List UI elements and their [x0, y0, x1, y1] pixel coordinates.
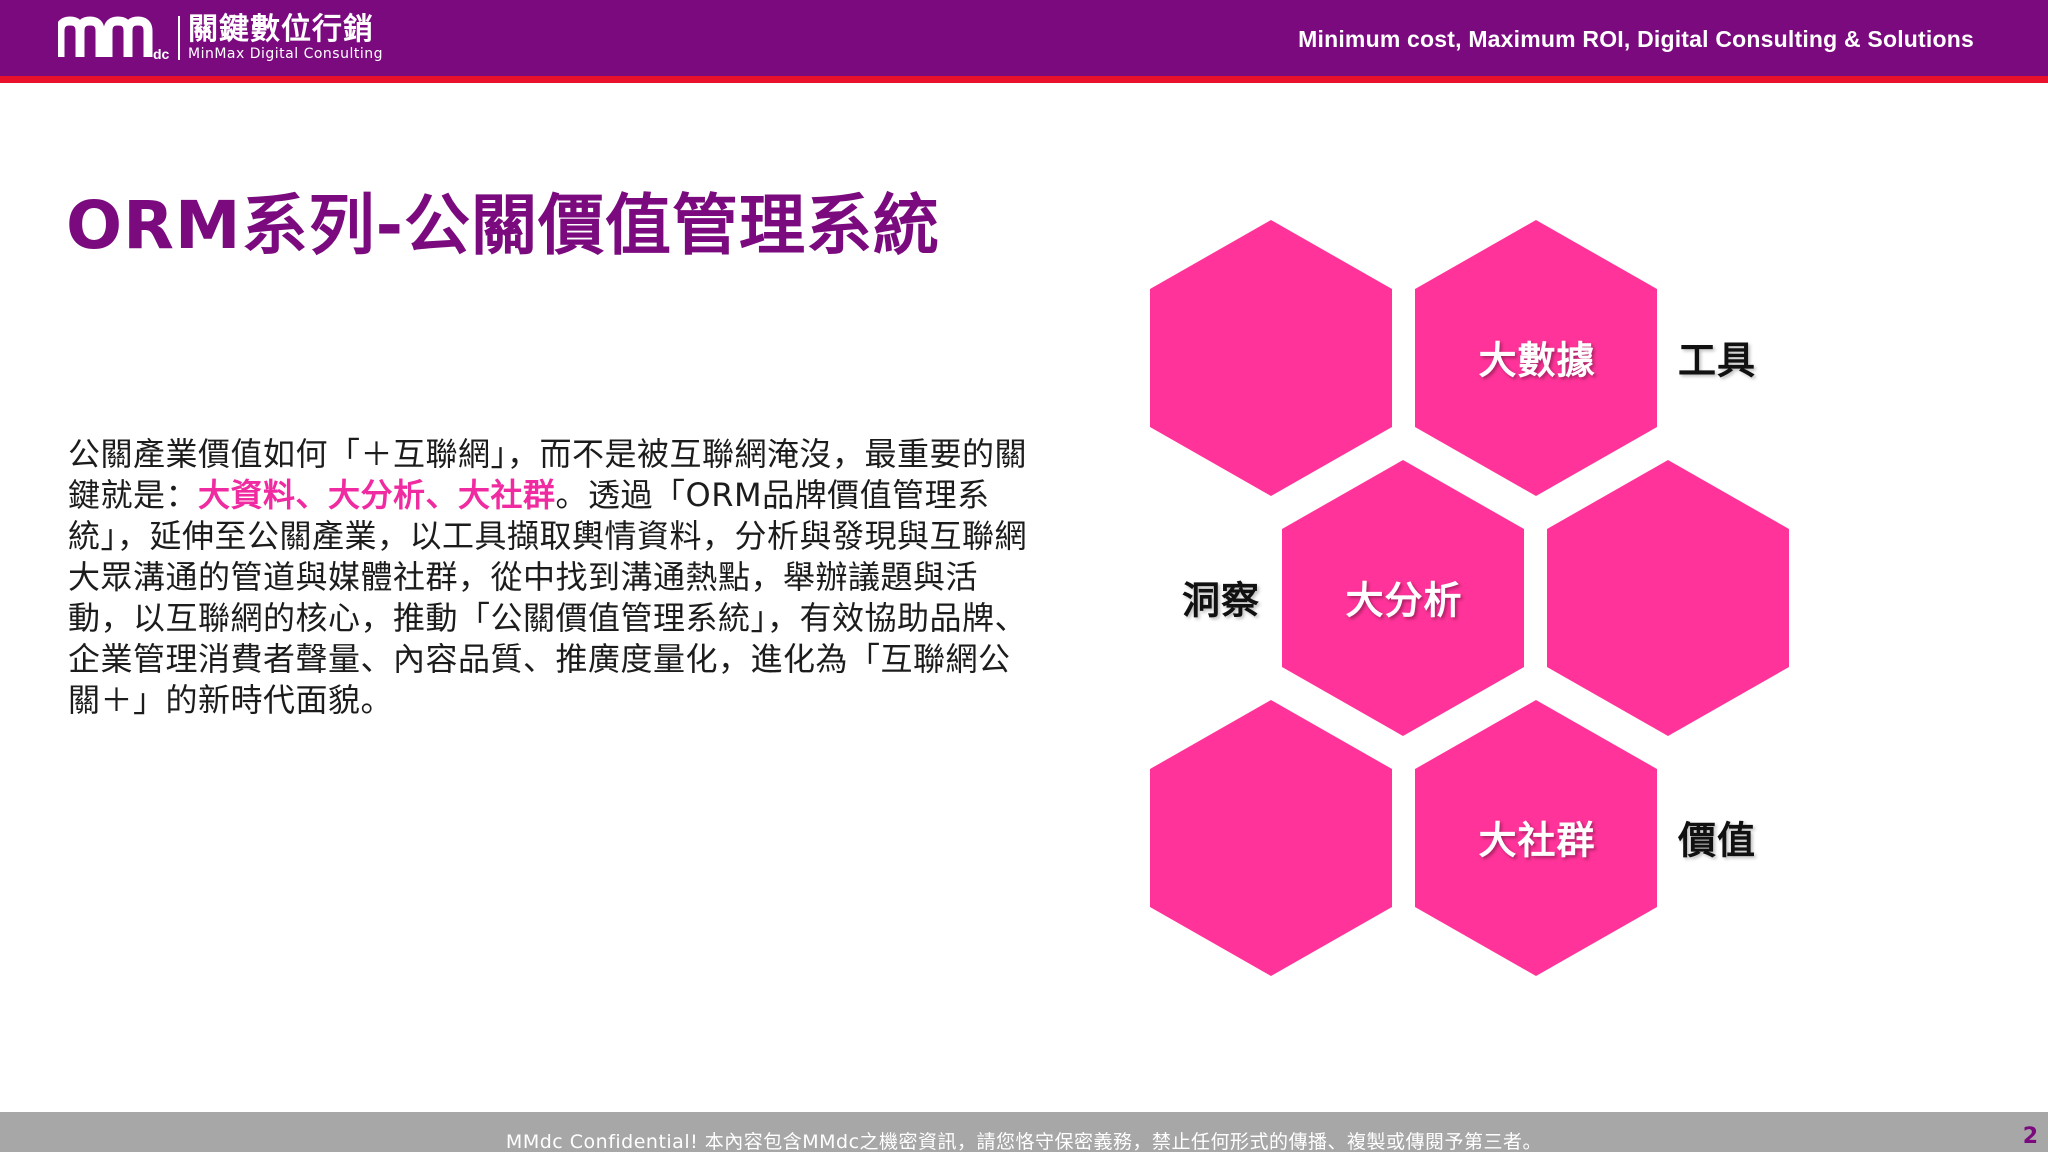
logo-english-name: MinMax Digital Consulting [188, 46, 383, 62]
side-label-tools: 工具 [1677, 338, 1757, 383]
hexagon-top-left [1150, 220, 1392, 496]
side-label-value: 價值 [1677, 818, 1757, 863]
logo-chinese-name: 關鍵數位行銷 [188, 12, 374, 47]
hexagon-middle-right [1547, 460, 1789, 736]
company-logo: dc 關鍵數位行銷 MinMax Digital Consulting [58, 10, 383, 66]
slide-title: ORM系列-公關價值管理系統 [66, 187, 940, 264]
logo-text: 關鍵數位行銷 MinMax Digital Consulting [188, 12, 383, 63]
paragraph-highlight: 大資料、大分析、大社群 [198, 476, 556, 514]
logo-divider [178, 16, 180, 60]
hexagon-bottom-left [1150, 700, 1392, 976]
hexagon-label-big-community: 大社群 [1478, 818, 1596, 863]
slide-paragraph: 公關產業價值如何「＋互聯網」，而不是被互聯網淹沒，最重要的關鍵就是：大資料、大分… [68, 434, 1036, 721]
hexagon-label-big-analysis: 大分析 [1345, 578, 1463, 623]
side-label-insight: 洞察 [1181, 578, 1261, 623]
footer-confidential-notice: MMdc Confidential! 本內容包含MMdc之機密資訊，請您恪守保密… [505, 1131, 1543, 1153]
mmdc-logo-icon: dc [58, 13, 176, 63]
header-tagline: Minimum cost, Maximum ROI, Digital Consu… [1298, 26, 1974, 52]
hexagon-label-big-data: 大數據 [1478, 338, 1596, 383]
header-accent-line [0, 76, 2048, 83]
header-bar: dc 關鍵數位行銷 MinMax Digital Consulting Mini… [0, 0, 2048, 76]
page-number: 2 [2022, 1124, 2038, 1149]
svg-text:dc: dc [153, 46, 170, 62]
